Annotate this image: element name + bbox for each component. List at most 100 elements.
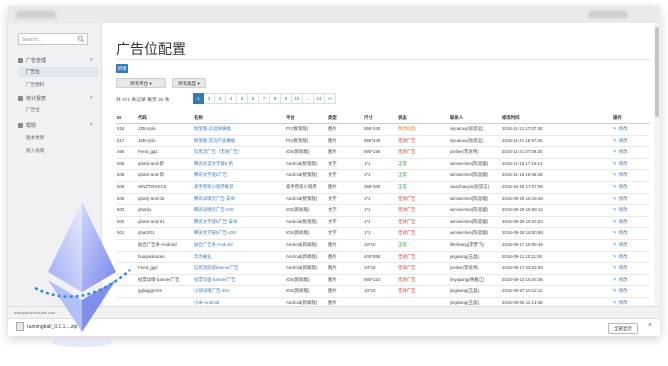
edit-label: 修改: [618, 253, 628, 259]
page-link[interactable]: »»: [325, 93, 336, 104]
cell-modified-time: 2016-09-29 16:15:48: [502, 195, 543, 201]
page-title: 广告位配置: [116, 41, 186, 57]
edit-button[interactable]: ✎ 修改: [613, 159, 649, 170]
edit-button[interactable]: ✎ 修改: [613, 205, 649, 216]
cell-name[interactable]: 腾讯文字链5广告-iOS: [194, 228, 284, 239]
cell-name[interactable]: 腾讯详情页广告-iOS: [194, 205, 284, 216]
page-link[interactable]: 13: [314, 93, 325, 104]
sidebar-item-version-updates[interactable]: 版本更新: [26, 135, 44, 141]
page-link[interactable]: 10: [292, 93, 303, 104]
edit-button[interactable]: ✎ 修改: [613, 147, 649, 158]
download-item[interactable]: runningball_0.1.1....zip ⌃: [16, 322, 83, 331]
search-icon[interactable]: [77, 35, 85, 43]
cell-name[interactable]: 腾讯文字链5广告-安卓: [194, 217, 284, 228]
cell-contact: winniechen(陈思璇): [450, 207, 489, 213]
page-link[interactable]: 8: [270, 93, 281, 104]
edit-button[interactable]: ✎ 修改: [613, 252, 649, 263]
cell-id: 509: [117, 160, 125, 166]
cell-platform: Android(框架版): [286, 218, 318, 224]
cell-code: qhwzt-and-新: [138, 172, 165, 178]
cell-code: gglwjggl-iOs: [138, 288, 162, 294]
edit-button[interactable]: ✎ 修改: [613, 194, 649, 205]
page-link[interactable]: ...: [303, 93, 314, 104]
cell-platform: iOS(新闻版): [286, 149, 310, 155]
cell-name[interactable]: 投票页面-banner广告: [194, 275, 284, 286]
cell-status: 正常: [398, 172, 407, 178]
chevron-up-icon[interactable]: ⌃: [79, 324, 83, 330]
page-link[interactable]: 1: [193, 93, 204, 104]
column-header-platform: 平台: [286, 115, 295, 120]
cell-name[interactable]: 励合广告条-Android: [194, 240, 284, 251]
table-row: 509 qhwzj-and-新 腾讯优选文字链5-新 Android(框架版) 文字 1*…: [116, 159, 650, 171]
sidebar-item-ad-material[interactable]: 广告物料: [26, 82, 44, 88]
cell-status: 无效广告: [398, 288, 416, 294]
sidebar-group-help[interactable]: 帮助 ▾: [18, 122, 93, 129]
close-icon[interactable]: ×: [648, 322, 652, 329]
edit-button[interactable]: ✎ 修改: [613, 124, 649, 135]
edit-button[interactable]: ✎ 修改: [613, 182, 649, 193]
cell-name[interactable]: 华为展业: [194, 252, 284, 263]
cell-name[interactable]: 腾讯详情页广告-安卓: [194, 194, 284, 205]
cell-name[interactable]: 腾讯优选文字链5-新: [194, 159, 284, 170]
edit-label: 修改: [618, 299, 628, 305]
page-link[interactable]: 9: [281, 93, 292, 104]
page-link[interactable]: 4: [226, 93, 237, 104]
pencil-icon: ✎: [613, 265, 617, 271]
scrollbar-thumb[interactable]: [655, 27, 659, 117]
platform-filter-dropdown[interactable]: 所有平台 ▾: [116, 78, 166, 88]
new-button[interactable]: 新增: [116, 64, 128, 73]
cell-name[interactable]: 腾讯文字链5广告: [194, 170, 284, 181]
cell-id: 518: [117, 126, 125, 131]
pencil-icon: ✎: [613, 230, 617, 236]
table-row: 517 JZB-sylic 框架版-首页产品横幅 PC(框架版) 图片 555*440 无效…: [116, 136, 650, 148]
cell-code: qhwzjx: [138, 207, 152, 213]
search-input[interactable]: Search...: [18, 33, 88, 45]
cell-id: 508: [117, 172, 125, 178]
zip-file-icon: [16, 322, 24, 331]
page-link[interactable]: 3: [215, 93, 226, 104]
cell-name[interactable]: 框架版-首页产品横幅: [194, 136, 284, 147]
cell-name[interactable]: 框架版-启动屏横幅: [194, 124, 284, 135]
page-link[interactable]: 7: [259, 93, 270, 104]
edit-button[interactable]: ✎ 修改: [613, 228, 649, 239]
cell-platform: 高手帮扣小程序: [286, 183, 317, 189]
sidebar-group-ad-management[interactable]: 广告管理 ▾: [18, 57, 93, 64]
sidebar-item-report-ad-slot[interactable]: 广告位: [26, 107, 40, 113]
page-link[interactable]: 5: [237, 93, 248, 104]
page-link[interactable]: 6: [248, 93, 259, 104]
cell-platform: iOS(新闻版): [286, 207, 310, 213]
cell-type: 图片: [328, 241, 337, 247]
type-filter-dropdown[interactable]: 所有类型 ▾: [172, 78, 206, 88]
sidebar-group-reports[interactable]: 统计报表 ▾: [18, 95, 93, 102]
main-content: 广告位配置 新增 所有平台 ▾ 所有类型 ▾ 共 371 条记录 每页 30 条…: [102, 23, 660, 318]
cell-contact: jovilee(李培伟): [450, 149, 479, 155]
show-all-downloads-button[interactable]: 全部显示: [608, 323, 638, 334]
edit-button[interactable]: ✎ 修改: [613, 240, 649, 251]
reports-icon: [18, 96, 23, 102]
cell-size: 355*100: [364, 183, 381, 189]
cell-modified-time: 2016-09-07 10:12:11: [502, 288, 543, 294]
edit-button[interactable]: ✎ 修改: [613, 170, 649, 181]
cell-contact: winniechen(陈思璇): [450, 230, 489, 236]
cell-name[interactable]: 信息流广告（无效广告）: [194, 147, 284, 158]
cell-modified-time: 2016-09-11 10:11:00: [502, 253, 543, 259]
page-link[interactable]: 2: [204, 93, 215, 104]
sidebar-item-integration-guide[interactable]: 接入指南: [26, 148, 44, 154]
download-filename: runningball_0.1.1....zip: [27, 323, 78, 330]
cell-name[interactable]: 高手帮扣小程序推荐: [194, 182, 284, 193]
table-row: 503 qhwzjx 腾讯详情页广告-iOS iOS(新闻版) 文字 1*1 无效广告 win…: [116, 205, 650, 217]
table-row: 502 qhwzt-and-01 腾讯文字链5广告-安卓 Android(框架版) 文字…: [116, 217, 650, 229]
cell-name[interactable]: 信息流底部banner广告: [194, 263, 284, 274]
cell-type: 文字: [328, 195, 337, 201]
sidebar-item-ad-slot[interactable]: 广告位: [18, 67, 98, 77]
edit-button[interactable]: ✎ 修改: [613, 275, 649, 286]
edit-button[interactable]: ✎ 修改: [613, 286, 649, 297]
edit-button[interactable]: ✎ 修改: [613, 136, 649, 147]
edit-button[interactable]: ✎ 修改: [613, 217, 649, 228]
page-scrollbar[interactable]: [654, 23, 660, 318]
cell-size: 1*1: [364, 160, 371, 166]
cell-name[interactable]: 小部详情广告-iOS: [194, 286, 284, 297]
edit-button[interactable]: ✎ 修改: [613, 263, 649, 274]
cell-type: 文字: [328, 172, 337, 178]
cell-size: 555*440: [364, 137, 381, 143]
